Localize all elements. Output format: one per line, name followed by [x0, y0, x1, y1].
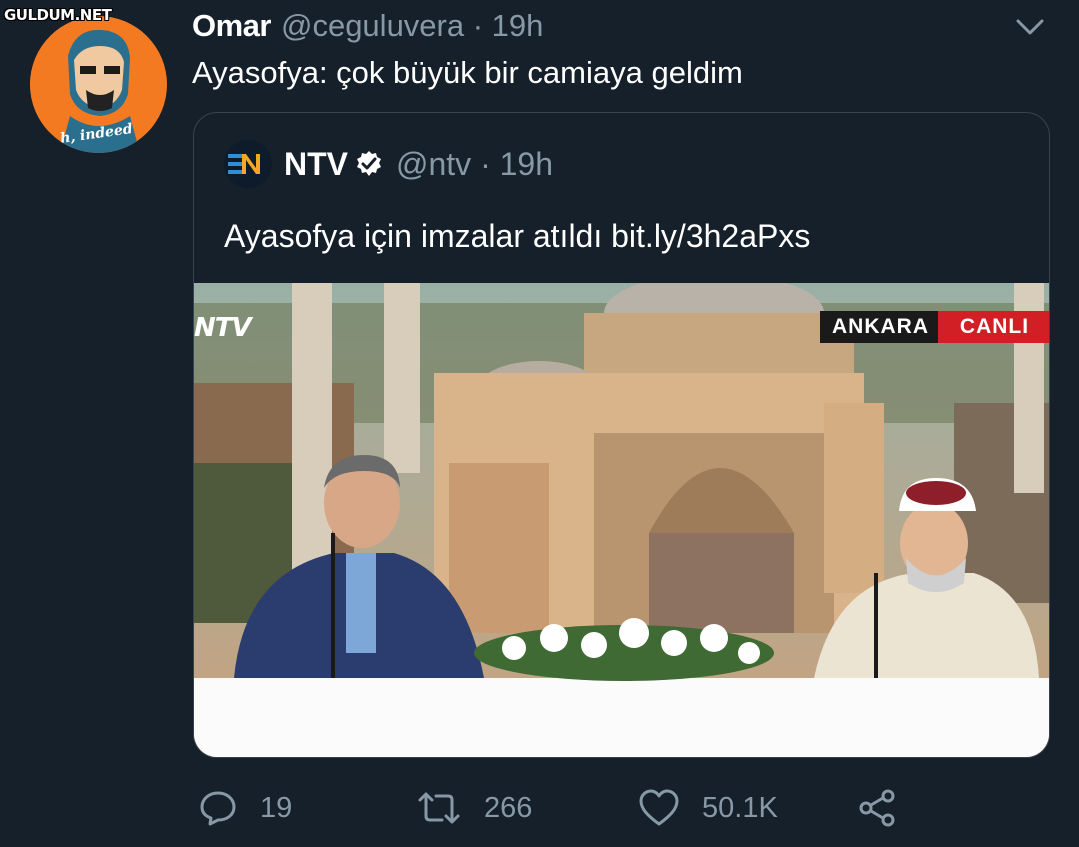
more-options-button[interactable]: [1012, 12, 1048, 42]
reply-icon: [200, 791, 236, 826]
tweet-screen: GULDUM.NET h, indeed Omar @ceguluvera · …: [0, 0, 1079, 847]
reply-button[interactable]: 19: [198, 786, 292, 830]
quoted-tweet-text: Ayasofya için imzalar atıldı bit.ly/3h2a…: [224, 218, 811, 254]
quoted-tweet[interactable]: NTV @ntv · 19h Ayasofya için imzalar atı…: [193, 112, 1050, 758]
retweet-icon: [418, 792, 460, 824]
tweet-actions: 19 266 50.1K: [198, 786, 918, 830]
reply-count: 19: [260, 791, 293, 824]
live-badge: CANLI: [938, 311, 1049, 343]
author-handle[interactable]: @ceguluvera · 19h: [281, 8, 543, 44]
like-button[interactable]: 50.1K: [638, 786, 778, 830]
chevron-down-icon: [1016, 19, 1044, 35]
tweet-header: Omar @ceguluvera · 19h: [192, 8, 543, 48]
retweet-count: 266: [484, 791, 533, 824]
verified-icon: [357, 151, 381, 176]
quoted-author-handle[interactable]: @ntv · 19h: [396, 146, 553, 183]
ntv-logo-icon: [228, 154, 260, 174]
site-watermark: GULDUM.NET: [4, 6, 112, 24]
quoted-tweet-media[interactable]: NTV ANKARA CANLI: [194, 283, 1049, 757]
location-badge: ANKARA: [820, 311, 941, 343]
quoted-author-name[interactable]: NTV: [284, 146, 348, 183]
quoted-author-avatar[interactable]: [224, 140, 272, 188]
author-name[interactable]: Omar: [192, 8, 271, 44]
share-button[interactable]: [858, 786, 920, 830]
channel-logo: NTV: [194, 313, 252, 343]
like-icon: [639, 789, 679, 826]
tweet-text: Ayasofya: çok büyük bir camiaya geldim: [192, 55, 743, 90]
quoted-tweet-header: NTV @ntv · 19h: [224, 140, 553, 188]
author-avatar[interactable]: h, indeed: [30, 16, 167, 153]
ceremony-photo: [194, 283, 1049, 757]
like-count: 50.1K: [702, 791, 778, 824]
share-icon: [859, 789, 895, 827]
retweet-button[interactable]: 266: [416, 786, 532, 830]
